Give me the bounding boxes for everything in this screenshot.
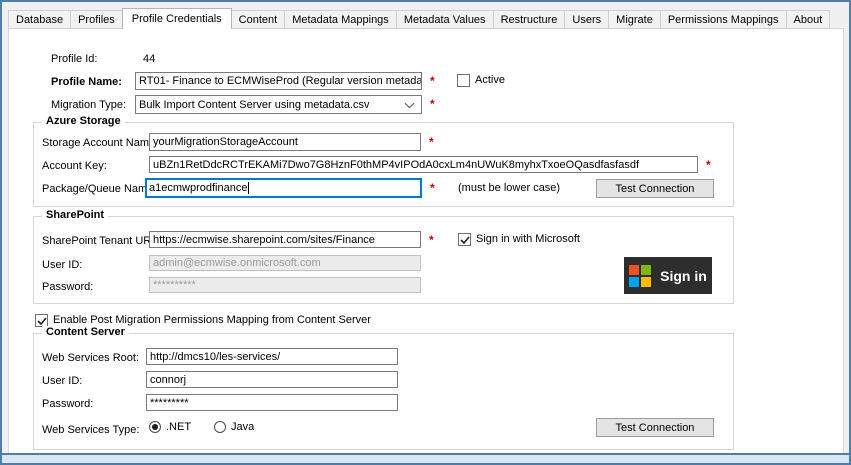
chevron-down-icon xyxy=(404,102,415,109)
ws-type-net-radio[interactable]: .NET xyxy=(149,421,191,433)
storage-account-name-label: Storage Account Name: xyxy=(42,137,158,149)
migration-type-required-marker: * xyxy=(430,97,435,111)
ws-type-java-label: Java xyxy=(231,421,254,433)
tab-strip: Database Profiles Profile Credentials Co… xyxy=(8,8,830,29)
package-queue-name-text: a1ecmwprodfinance xyxy=(149,182,247,194)
sharepoint-user-id-input: admin@ecmwise.onmicrosoft.com xyxy=(149,255,421,271)
profile-name-text: RT01- Finance to ECMWiseProd (Regular ve… xyxy=(139,75,422,87)
check-icon xyxy=(37,317,47,325)
radio-circle[interactable] xyxy=(214,421,226,433)
sign-in-with-microsoft-checkbox-box[interactable] xyxy=(458,233,471,246)
profile-name-label: Profile Name: xyxy=(51,76,122,88)
tab-permissions-mappings[interactable]: Permissions Mappings xyxy=(660,10,787,29)
sharepoint-user-id-label: User ID: xyxy=(42,259,82,271)
profile-name-input[interactable]: RT01- Finance to ECMWiseProd (Regular ve… xyxy=(135,72,422,90)
tab-content[interactable]: Content xyxy=(231,10,286,29)
app-window: Database Profiles Profile Credentials Co… xyxy=(0,0,851,465)
account-key-label: Account Key: xyxy=(42,160,107,172)
tab-users[interactable]: Users xyxy=(564,10,609,29)
account-key-text: uBZn1RetDdcRCTrEKAMi7Dwo7G8HznF0thMP4vIP… xyxy=(153,159,639,171)
tab-metadata-mappings[interactable]: Metadata Mappings xyxy=(284,10,397,29)
storage-account-required-marker: * xyxy=(429,135,434,149)
azure-test-connection-button[interactable]: Test Connection xyxy=(596,179,714,198)
sign-in-with-microsoft-label: Sign in with Microsoft xyxy=(476,233,580,246)
profile-credentials-page: Profile Id: 44 Profile Name: RT01- Finan… xyxy=(8,28,844,455)
migration-type-label: Migration Type: xyxy=(51,99,126,111)
active-checkbox-label: Active xyxy=(475,74,505,87)
content-server-user-id-input[interactable]: connorj xyxy=(146,371,398,388)
azure-storage-group: Azure Storage Storage Account Name: your… xyxy=(33,122,734,207)
sharepoint-password-label: Password: xyxy=(42,281,93,293)
window-bottom-strip xyxy=(2,453,849,463)
content-server-user-id-text: connorj xyxy=(150,374,186,386)
content-server-password-input[interactable]: ********* xyxy=(146,394,398,411)
radio-dot-icon xyxy=(152,424,158,430)
sharepoint-password-input: ********** xyxy=(149,277,421,293)
tenant-url-required-marker: * xyxy=(429,233,434,247)
sharepoint-tenant-url-label: SharePoint Tenant URL: xyxy=(42,235,160,247)
migration-type-dropdown[interactable]: Bulk Import Content Server using metadat… xyxy=(135,95,422,114)
profile-id-value: 44 xyxy=(143,53,155,65)
content-server-group: Content Server Web Services Root: http:/… xyxy=(33,333,734,450)
tab-restructure[interactable]: Restructure xyxy=(493,10,566,29)
text-caret xyxy=(248,182,249,194)
package-queue-hint: (must be lower case) xyxy=(458,182,560,194)
tab-metadata-values[interactable]: Metadata Values xyxy=(396,10,494,29)
tab-migrate[interactable]: Migrate xyxy=(608,10,661,29)
account-key-required-marker: * xyxy=(706,158,711,172)
account-key-input[interactable]: uBZn1RetDdcRCTrEKAMi7Dwo7G8HznF0thMP4vIP… xyxy=(149,156,698,173)
storage-account-name-text: yourMigrationStorageAccount xyxy=(153,136,298,148)
tab-profile-credentials[interactable]: Profile Credentials xyxy=(122,8,232,29)
profile-name-required-marker: * xyxy=(430,74,435,88)
content-server-password-label: Password: xyxy=(42,398,93,410)
azure-storage-group-title: Azure Storage xyxy=(42,115,125,127)
package-queue-required-marker: * xyxy=(430,181,435,195)
tab-profiles[interactable]: Profiles xyxy=(70,10,123,29)
active-checkbox[interactable]: Active xyxy=(457,74,505,87)
content-server-test-connection-button[interactable]: Test Connection xyxy=(596,418,714,437)
radio-circle[interactable] xyxy=(149,421,161,433)
active-checkbox-box[interactable] xyxy=(457,74,470,87)
web-services-root-text: http://dmcs10/les-services/ xyxy=(150,351,280,363)
content-server-group-title: Content Server xyxy=(42,326,129,338)
sharepoint-group: SharePoint SharePoint Tenant URL: https:… xyxy=(33,216,734,304)
microsoft-logo-icon xyxy=(629,265,651,287)
content-server-password-text: ********* xyxy=(150,397,189,409)
sign-in-button-label: Sign in xyxy=(660,268,707,284)
tab-database[interactable]: Database xyxy=(8,10,71,29)
package-queue-name-input[interactable]: a1ecmwprodfinance xyxy=(145,178,422,198)
sign-in-with-microsoft-checkbox[interactable]: Sign in with Microsoft xyxy=(458,233,580,246)
profile-id-label: Profile Id: xyxy=(51,53,97,65)
microsoft-sign-in-button[interactable]: Sign in xyxy=(624,257,712,294)
ws-type-java-radio[interactable]: Java xyxy=(214,421,254,433)
content-server-user-id-label: User ID: xyxy=(42,375,82,387)
sharepoint-user-id-text: admin@ecmwise.onmicrosoft.com xyxy=(153,257,321,269)
ws-type-net-label: .NET xyxy=(166,421,191,433)
package-queue-name-label: Package/Queue Name: xyxy=(42,183,156,195)
storage-account-name-input[interactable]: yourMigrationStorageAccount xyxy=(149,133,421,151)
web-services-root-input[interactable]: http://dmcs10/les-services/ xyxy=(146,348,398,365)
tab-about[interactable]: About xyxy=(786,10,831,29)
sharepoint-tenant-url-text: https://ecmwise.sharepoint.com/sites/Fin… xyxy=(153,234,375,246)
web-services-root-label: Web Services Root: xyxy=(42,352,139,364)
sharepoint-group-title: SharePoint xyxy=(42,209,108,221)
web-services-type-label: Web Services Type: xyxy=(42,424,139,436)
sharepoint-tenant-url-input[interactable]: https://ecmwise.sharepoint.com/sites/Fin… xyxy=(149,231,421,248)
check-icon xyxy=(460,236,470,244)
sharepoint-password-text: ********** xyxy=(153,279,196,291)
migration-type-value: Bulk Import Content Server using metadat… xyxy=(139,99,370,111)
